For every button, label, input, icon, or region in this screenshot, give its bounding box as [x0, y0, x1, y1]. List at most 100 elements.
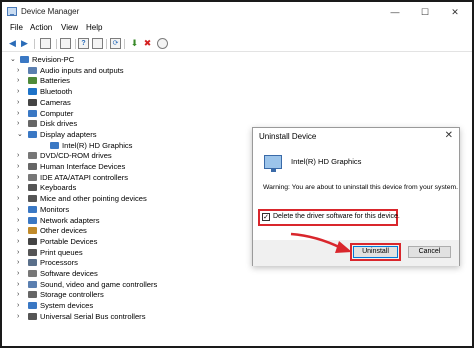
- chevron-right-icon[interactable]: ›: [17, 86, 19, 97]
- chevron-right-icon[interactable]: ›: [17, 193, 19, 204]
- toolbar-divider: [106, 39, 107, 49]
- chevron-down-icon[interactable]: ⌄: [17, 129, 23, 140]
- forward-icon[interactable]: ▶: [19, 38, 30, 49]
- chevron-right-icon[interactable]: ›: [17, 300, 19, 311]
- chevron-right-icon[interactable]: ›: [17, 257, 19, 268]
- tree-category-item[interactable]: › System devices: [2, 300, 252, 311]
- uninstall-button[interactable]: Uninstall: [353, 246, 398, 258]
- tree-category-item[interactable]: › Network adapters: [2, 215, 252, 226]
- tree-item-label: Disk drives: [40, 119, 78, 129]
- scan-hardware-icon[interactable]: ⟳: [110, 38, 121, 49]
- chevron-right-icon[interactable]: ›: [17, 204, 19, 215]
- tree-child-item[interactable]: Intel(R) HD Graphics: [2, 140, 252, 151]
- tree-category-item[interactable]: ⌄ Display adapters: [2, 129, 252, 140]
- tree-item-label: Network adapters: [40, 215, 100, 225]
- tree-category-item[interactable]: › Sound, video and game controllers: [2, 279, 252, 290]
- menu-view[interactable]: View: [61, 23, 78, 32]
- chevron-right-icon[interactable]: ›: [17, 182, 19, 193]
- title-bar: Device Manager — ☐ ✕: [2, 2, 472, 22]
- chevron-right-icon[interactable]: ›: [17, 172, 19, 183]
- tree-category-item[interactable]: › Audio inputs and outputs: [2, 65, 252, 76]
- tree-item-label: Portable Devices: [40, 236, 98, 246]
- tree-category-item[interactable]: › Keyboards: [2, 182, 252, 193]
- maximize-button[interactable]: ☐: [410, 2, 440, 22]
- help-icon[interactable]: ?: [78, 38, 89, 49]
- toolbar-divider: [124, 39, 125, 49]
- chevron-right-icon[interactable]: ›: [17, 161, 19, 172]
- chevron-right-icon[interactable]: ›: [17, 225, 19, 236]
- delete-driver-checkbox[interactable]: ✓: [262, 213, 270, 221]
- delete-driver-checkbox-label[interactable]: Delete the driver software for this devi…: [273, 213, 400, 220]
- tree-category-item[interactable]: › Bluetooth: [2, 86, 252, 97]
- tree-category-item[interactable]: › Portable Devices: [2, 236, 252, 247]
- uninstall-device-icon[interactable]: ✖: [142, 38, 153, 49]
- tree-item-label: Storage controllers: [40, 290, 104, 300]
- computer-icon: [20, 56, 29, 63]
- chevron-right-icon[interactable]: ›: [17, 311, 19, 322]
- chevron-right-icon[interactable]: ›: [17, 268, 19, 279]
- chevron-right-icon[interactable]: ›: [17, 279, 19, 290]
- chevron-right-icon[interactable]: ›: [17, 108, 19, 119]
- update-driver-icon[interactable]: ⬇: [129, 38, 140, 49]
- toolbar-divider: [75, 39, 76, 49]
- tree-item-label: System devices: [40, 301, 94, 311]
- properties-icon[interactable]: [60, 38, 71, 49]
- dialog-close-icon[interactable]: ✕: [445, 130, 453, 141]
- tree-item-label: Human Interface Devices: [40, 162, 126, 171]
- tree-category-item[interactable]: › Universal Serial Bus controllers: [2, 311, 252, 322]
- back-icon[interactable]: ◀: [7, 38, 18, 49]
- tree-category-item[interactable]: › Monitors: [2, 204, 252, 215]
- tree-category-item[interactable]: › IDE ATA/ATAPI controllers: [2, 172, 252, 183]
- chevron-right-icon[interactable]: ›: [17, 289, 19, 300]
- download-icon[interactable]: [157, 38, 168, 49]
- tree-category-item[interactable]: › Storage controllers: [2, 289, 252, 300]
- chevron-right-icon[interactable]: ›: [17, 118, 19, 129]
- chevron-right-icon[interactable]: ›: [17, 150, 19, 161]
- menu-file[interactable]: File: [10, 23, 23, 32]
- dvd-icon: [28, 152, 37, 160]
- tree-root-label: Revision-PC: [32, 55, 75, 64]
- tree-category-item[interactable]: › Disk drives: [2, 118, 252, 129]
- tree-category-item[interactable]: › Processors: [2, 257, 252, 268]
- monitor-icon: [28, 205, 37, 213]
- chevron-right-icon[interactable]: ›: [17, 247, 19, 258]
- tree-item-label: Sound, video and game controllers: [40, 279, 158, 289]
- processor-icon: [28, 259, 37, 267]
- minimize-button[interactable]: —: [380, 2, 410, 22]
- tree-item-label: Processors: [40, 258, 78, 268]
- chevron-right-icon[interactable]: ›: [17, 65, 19, 76]
- chevron-right-icon[interactable]: ›: [17, 75, 19, 86]
- arrow-head: [335, 241, 352, 253]
- tree-item-label: Keyboards: [40, 183, 77, 193]
- action-pane-icon[interactable]: [92, 38, 103, 49]
- tree-category-item[interactable]: › Software devices: [2, 268, 252, 279]
- tree-item-label: Monitors: [40, 204, 70, 214]
- tree-root[interactable]: ⌄ Revision-PC: [2, 54, 252, 65]
- tree-item-label: Bluetooth: [40, 87, 73, 97]
- tree-item-label: Intel(R) HD Graphics: [62, 140, 133, 150]
- tree-category-item[interactable]: › DVD/CD-ROM drives: [2, 150, 252, 161]
- tree-item-label: Display adapters: [40, 129, 97, 139]
- uninstall-device-dialog: Uninstall Device ✕ Intel(R) HD Graphics …: [252, 127, 460, 266]
- menu-help[interactable]: Help: [86, 23, 102, 32]
- chevron-right-icon[interactable]: ›: [17, 97, 19, 108]
- tree-item-label: DVD/CD-ROM drives: [40, 151, 112, 161]
- chevron-right-icon[interactable]: ›: [17, 236, 19, 247]
- tree-category-item[interactable]: › Human Interface Devices: [2, 161, 252, 172]
- toolbar: ◀ ▶ ? ⟳ ⬇ ✖: [2, 36, 472, 52]
- chevron-right-icon[interactable]: ›: [17, 215, 19, 226]
- cancel-button[interactable]: Cancel: [408, 246, 451, 258]
- tree-category-item[interactable]: › Mice and other pointing devices: [2, 193, 252, 204]
- camera-icon: [28, 98, 37, 106]
- menu-bar: File Action View Help: [2, 22, 472, 35]
- tree-category-item[interactable]: › Other devices: [2, 225, 252, 236]
- close-button[interactable]: ✕: [440, 2, 470, 22]
- show-hide-console-tree-icon[interactable]: [40, 38, 51, 49]
- menu-action[interactable]: Action: [30, 23, 52, 32]
- tree-category-item[interactable]: › Computer: [2, 108, 252, 119]
- tree-category-item[interactable]: › Batteries: [2, 75, 252, 86]
- tree-category-item[interactable]: › Print queues: [2, 247, 252, 258]
- chevron-down-icon[interactable]: ⌄: [10, 54, 16, 65]
- tree-category-item[interactable]: › Cameras: [2, 97, 252, 108]
- storage-icon: [28, 291, 37, 299]
